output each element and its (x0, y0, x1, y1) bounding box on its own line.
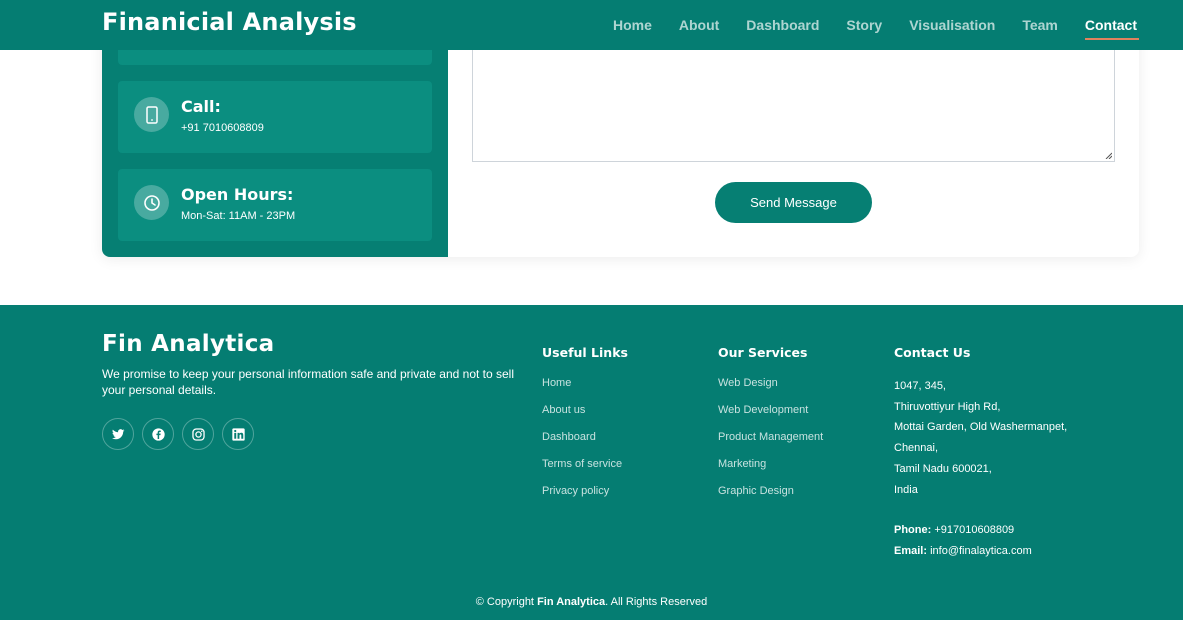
email-line: Email: info@finalaytica.com (894, 541, 1067, 562)
site-brand[interactable]: Finanicial Analysis (102, 8, 357, 36)
nav-home[interactable]: Home (613, 17, 652, 33)
address-line: Thiruvottiyur High Rd, (894, 400, 1001, 413)
phone-line: Phone: +917010608809 (894, 520, 1067, 541)
facebook-icon[interactable] (142, 418, 174, 450)
useful-links-title: Useful Links (542, 345, 628, 360)
address-line: Mottai Garden, Old Washermanpet, (894, 421, 1068, 434)
copyright-prefix: © Copyright (475, 596, 534, 608)
main-nav: Home About Dashboard Story Visualisation… (586, 0, 1140, 50)
nav-dashboard[interactable]: Dashboard (746, 17, 819, 33)
call-card: Call: +91 7010608809 (118, 81, 432, 153)
phone-label: Phone: (894, 524, 932, 537)
copyright: © Copyright Fin Analytica. All Rights Re… (0, 596, 1183, 608)
nav-team[interactable]: Team (1022, 17, 1058, 33)
nav-visualisation[interactable]: Visualisation (909, 17, 995, 33)
address-line: Tamil Nadu 600021, (894, 462, 992, 475)
useful-links-column: Useful Links Home About us Dashboard Ter… (542, 345, 628, 511)
footer-link-terms[interactable]: Terms of service (542, 457, 628, 484)
service-link-web-development[interactable]: Web Development (718, 403, 823, 430)
message-textarea[interactable] (472, 40, 1115, 162)
hours-card: Open Hours: Mon-Sat: 11AM - 23PM (118, 169, 432, 241)
email-value[interactable]: info@finalaytica.com (930, 545, 1032, 557)
service-link-web-design[interactable]: Web Design (718, 376, 823, 403)
call-title: Call: (181, 97, 221, 116)
call-number: +91 7010608809 (181, 122, 264, 134)
hours-text: Mon-Sat: 11AM - 23PM (181, 210, 296, 222)
email-label: Email: (894, 545, 928, 558)
resize-grip-icon[interactable] (1105, 152, 1112, 159)
footer-link-dashboard[interactable]: Dashboard (542, 430, 628, 457)
footer-brand[interactable]: Fin Analytica (102, 331, 274, 357)
nav-contact[interactable]: Contact (1084, 17, 1140, 40)
service-link-graphic-design[interactable]: Graphic Design (718, 484, 823, 511)
address-line: 1047, 345, (894, 380, 946, 392)
social-links (102, 418, 262, 450)
services-title: Our Services (718, 345, 808, 360)
footer-tagline: We promise to keep your personal informa… (102, 367, 515, 397)
copyright-brand: Fin Analytica (537, 596, 606, 608)
footer-link-privacy[interactable]: Privacy policy (542, 484, 628, 511)
nav-story[interactable]: Story (846, 17, 882, 33)
footer-link-home[interactable]: Home (542, 376, 628, 403)
top-navbar: Finanicial Analysis Home About Dashboard… (0, 0, 1183, 50)
services-column: Our Services Web Design Web Development … (718, 345, 823, 511)
phone-value[interactable]: +917010608809 (934, 524, 1014, 536)
send-message-button[interactable]: Send Message (715, 182, 872, 223)
clock-icon (134, 185, 169, 220)
contact-title: Contact Us (894, 345, 971, 360)
hours-title: Open Hours: (181, 185, 294, 204)
address-line: India (894, 483, 918, 496)
smartphone-icon (134, 97, 169, 132)
service-link-product-management[interactable]: Product Management (718, 430, 823, 457)
service-link-marketing[interactable]: Marketing (718, 457, 823, 484)
address-line: Chennai, (894, 442, 939, 455)
linkedin-icon[interactable] (222, 418, 254, 450)
copyright-suffix: . All Rights Reserved (605, 596, 708, 608)
contact-column: Contact Us 1047, 345, Thiruvottiyur High… (894, 345, 1067, 562)
nav-about[interactable]: About (679, 17, 719, 33)
footer-link-about[interactable]: About us (542, 403, 628, 430)
twitter-icon[interactable] (102, 418, 134, 450)
site-footer: Fin Analytica We promise to keep your pe… (0, 305, 1183, 620)
instagram-icon[interactable] (182, 418, 214, 450)
